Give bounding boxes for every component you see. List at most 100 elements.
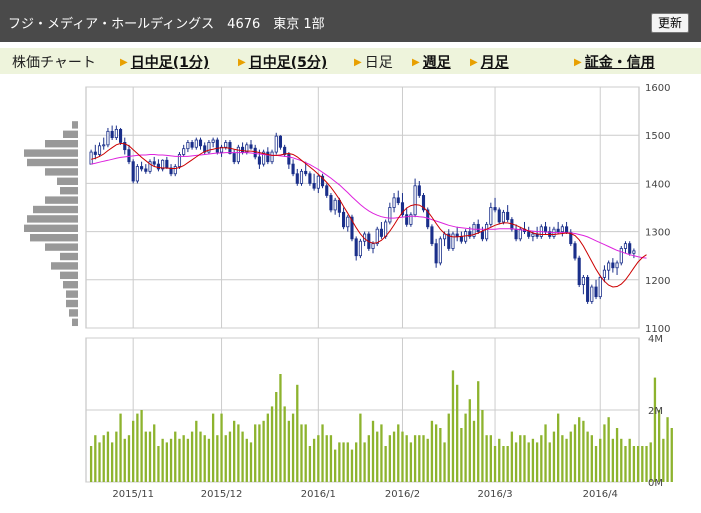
volume-bar — [502, 446, 505, 482]
volume-bar — [224, 435, 227, 482]
volume-bar — [489, 435, 492, 482]
candle-body — [186, 142, 190, 150]
price-profile-bar — [72, 121, 78, 129]
volume-bar — [573, 424, 577, 482]
candle-body — [388, 207, 392, 223]
candle-body — [241, 146, 245, 153]
candle-body — [594, 286, 598, 298]
price-profile-bar — [33, 205, 78, 214]
refresh-button[interactable]: 更新 — [650, 13, 689, 33]
volume-bar — [174, 431, 177, 482]
tab-monthly[interactable]: ▶ 月足 — [470, 52, 509, 72]
volume-bar — [485, 435, 488, 482]
candle-body — [455, 233, 459, 237]
volume-bar — [329, 435, 333, 482]
candle-body — [337, 199, 341, 213]
volume-bar — [190, 431, 194, 482]
candle-body — [249, 144, 253, 149]
volume-bar — [89, 446, 93, 482]
tab-label: 証金・信用 — [584, 55, 655, 71]
volume-bar — [363, 442, 366, 482]
volume-bar — [220, 413, 223, 482]
candle-body — [451, 233, 455, 249]
candle-body — [211, 139, 215, 143]
date-tick-label: 2015/11 — [112, 489, 154, 500]
volume-bar — [468, 399, 471, 482]
candle-body — [623, 243, 628, 249]
price-profile-bar — [45, 168, 78, 176]
candle-body — [97, 145, 102, 155]
volume-bar — [472, 420, 476, 482]
candle-body — [396, 197, 400, 204]
volume-bar — [376, 431, 379, 482]
candle-body — [375, 228, 379, 245]
volume-bar — [418, 435, 421, 482]
arrow-icon: ▶ — [120, 57, 128, 68]
volume-bar — [527, 442, 530, 482]
candle-body — [198, 139, 203, 147]
candle-body — [384, 221, 388, 237]
candle-body — [493, 207, 497, 211]
volume-bar — [657, 410, 661, 482]
candle-body — [283, 146, 287, 155]
candle-body — [607, 262, 611, 271]
volume-bar — [397, 424, 400, 482]
candle-body — [304, 170, 308, 175]
tab-label: 月足 — [480, 55, 509, 71]
volume-bar — [153, 424, 156, 482]
candle-body — [497, 209, 501, 223]
tab-intraday-5min[interactable]: ▶ 日中足(5分) — [238, 52, 327, 72]
price-profile-bar — [27, 215, 78, 223]
volume-bar — [594, 446, 598, 482]
candle-body — [144, 168, 148, 172]
volume-bar — [199, 431, 202, 482]
volume-bar — [409, 442, 413, 482]
volume-bar — [287, 420, 291, 482]
price-profile — [24, 121, 78, 327]
date-tick-label: 2016/1 — [301, 489, 336, 500]
volume-bar — [569, 431, 572, 482]
candle-body — [514, 228, 518, 240]
volume-bar — [413, 435, 417, 482]
candle-body — [131, 161, 135, 182]
candle-body — [573, 243, 577, 259]
volume-bar — [157, 446, 160, 482]
volume-bar — [94, 435, 97, 482]
price-profile-bar — [45, 196, 78, 204]
candle-body — [156, 163, 160, 170]
volume-bar — [384, 446, 387, 482]
volume-bar — [514, 442, 518, 482]
volume-bar — [132, 420, 135, 482]
candle-body — [329, 195, 333, 211]
candle-body — [165, 159, 169, 169]
candle-body — [278, 135, 283, 148]
candle-body — [346, 216, 350, 228]
arrow-icon: ▶ — [354, 57, 362, 68]
volume-bar — [161, 438, 164, 482]
volume-bar — [636, 446, 640, 482]
chart-tab-bar: 株価チャート ▶ 日中足(1分) ▶ 日中足(5分) ▶ 日足 ▶ 週足 ▶ 月足 ▶ 証金… — [0, 48, 701, 74]
volume-bar — [359, 413, 362, 482]
candle-body — [430, 226, 434, 245]
volume-bar — [106, 431, 110, 482]
volume-bar — [615, 428, 619, 482]
tab-margin-credit[interactable]: ▶ 証金・信用 — [574, 52, 655, 72]
volume-bar — [464, 413, 467, 482]
price-profile-bar — [60, 252, 78, 261]
volume-bar — [102, 435, 105, 482]
volume-bar — [540, 435, 543, 482]
candle-body — [287, 154, 291, 165]
candle-body — [215, 139, 219, 153]
tab-weekly[interactable]: ▶ 週足 — [412, 52, 451, 72]
volume-bar — [624, 446, 627, 482]
volume-bar — [481, 410, 484, 482]
price-tick-label: 1300 — [645, 228, 670, 239]
volume-bar — [557, 413, 560, 482]
volume-bar — [662, 438, 665, 482]
volume-bar — [182, 435, 185, 482]
candle-body — [577, 257, 581, 286]
volume-bar — [237, 424, 240, 482]
volume-bar — [136, 413, 139, 482]
candle-body — [543, 226, 548, 232]
tab-intraday-1min[interactable]: ▶ 日中足(1分) — [120, 52, 209, 72]
